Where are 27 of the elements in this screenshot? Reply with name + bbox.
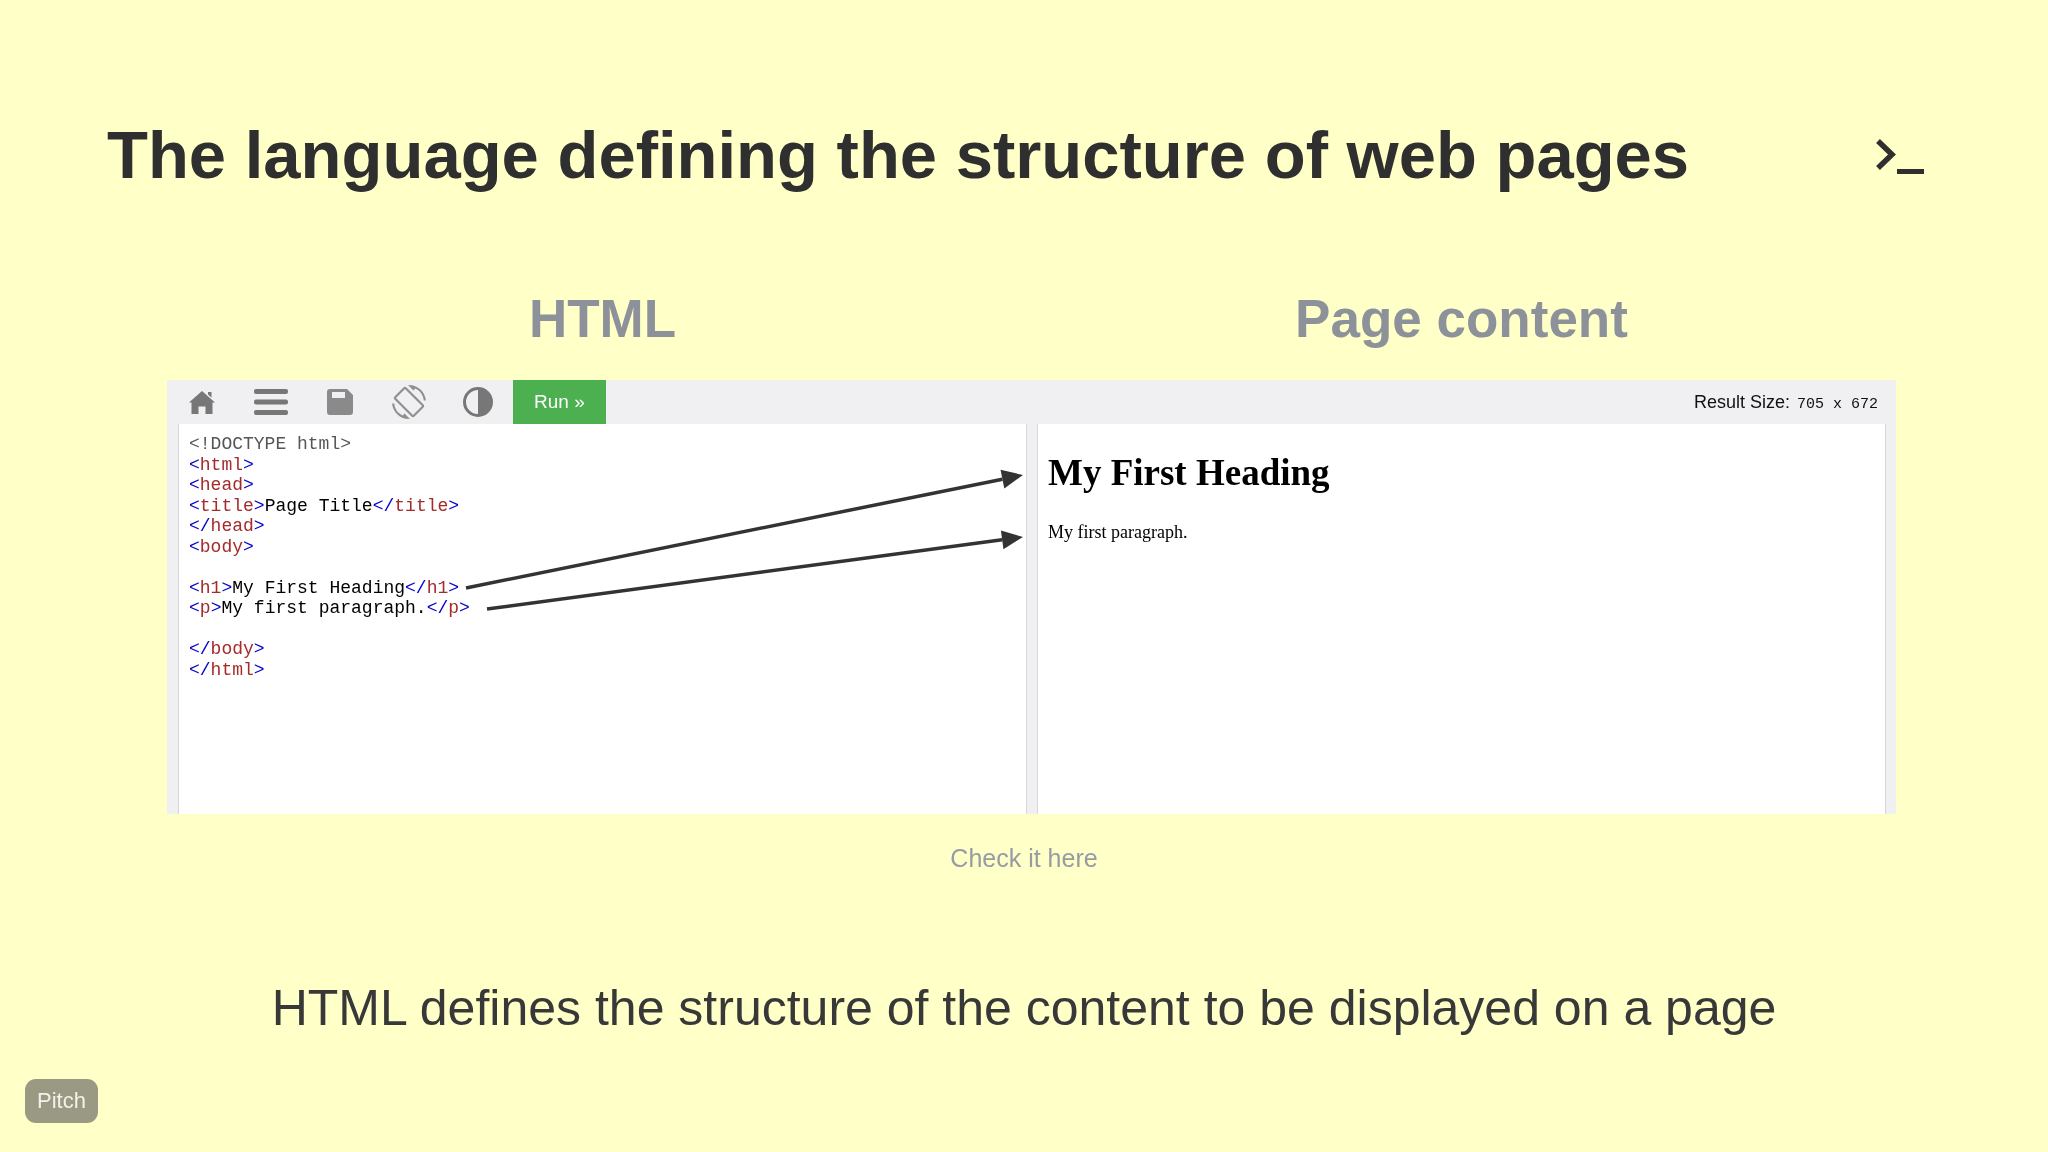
code-line: <html>	[189, 454, 254, 475]
terminal-prompt-icon	[1874, 136, 1924, 174]
column-heading: Page content	[1295, 288, 1628, 350]
result-size-label: Result Size:	[1693, 391, 1790, 413]
slide-title: The language defining the structure of web pages	[107, 116, 1690, 194]
result-paragraph: My first paragraph.	[1048, 521, 1188, 543]
menu-icon[interactable]	[253, 389, 288, 415]
result-heading: My First Heading	[1048, 451, 1330, 495]
column-heading: HTML	[528, 288, 677, 350]
code-line: <head>	[189, 475, 254, 496]
result-size-value: 705 x 672	[1797, 395, 1878, 413]
home-icon[interactable]	[187, 390, 216, 414]
code-line: <title>Page Title</title>	[189, 495, 460, 516]
slide-caption: HTML defines the structure of the content to be displayed on a page	[271, 979, 1777, 1038]
code-line: </html>	[189, 659, 265, 680]
contrast-icon[interactable]	[462, 387, 493, 417]
pitch-badge: Pitch	[25, 1079, 98, 1123]
code-line: </head>	[189, 516, 265, 537]
code-line: <h1>My First Heading</h1>	[189, 577, 460, 598]
code-line: <!DOCTYPE html>	[189, 434, 352, 455]
screen-rotation-icon[interactable]	[391, 385, 426, 419]
run-button[interactable]: Run »	[513, 380, 606, 424]
code-line: <p>My first paragraph.</p>	[189, 598, 470, 619]
code-line: </body>	[189, 639, 265, 660]
check-link[interactable]: Check it here	[950, 843, 1098, 873]
code-line: <body>	[189, 536, 254, 557]
code-editor[interactable]: <!DOCTYPE html> <html> <head> <title>Page Title</title> </head> <body> <h1>My First Heading</h1> <p>My first paragraph.</p> </body> </html>	[178, 424, 1027, 814]
